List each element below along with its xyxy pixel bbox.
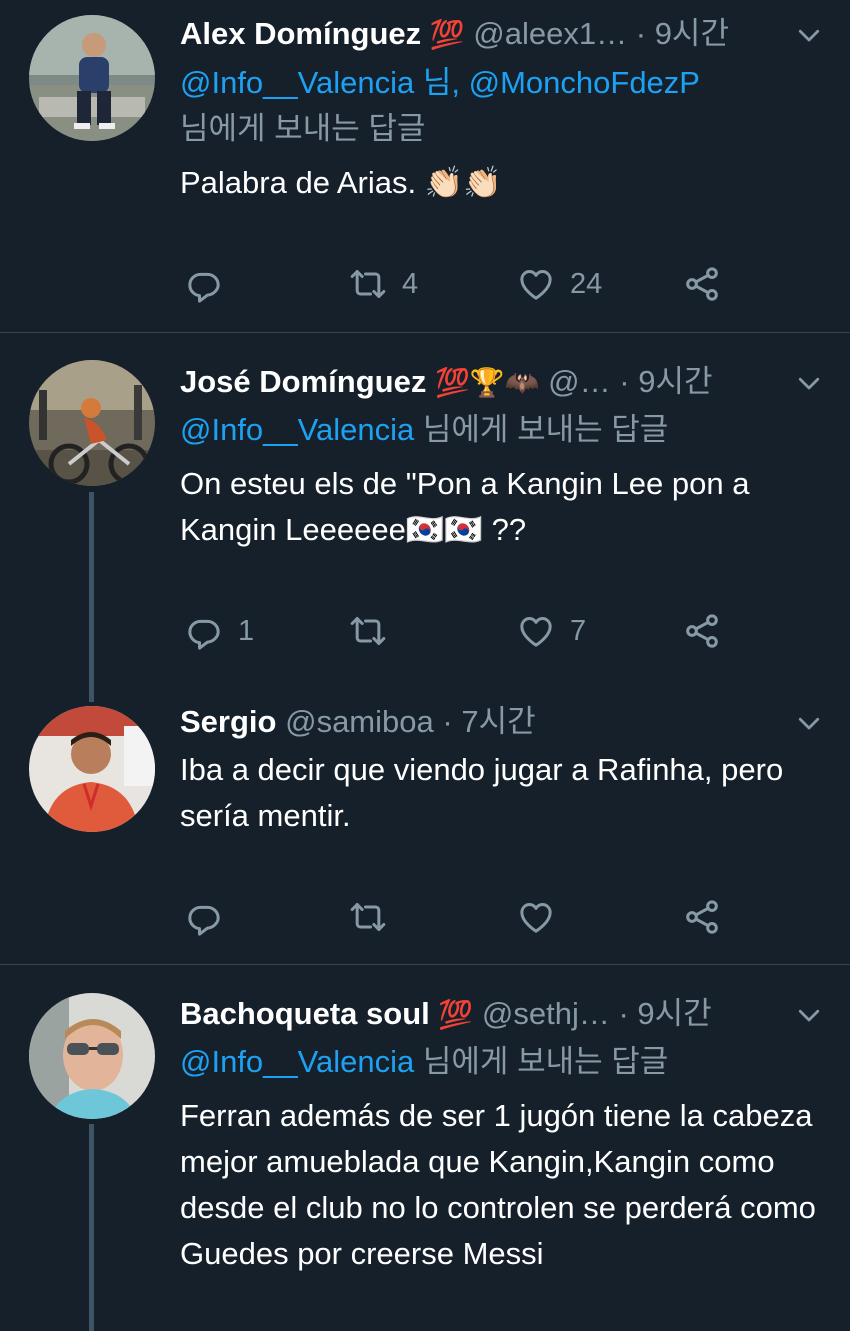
share-icon: [682, 611, 722, 651]
tweet-2[interactable]: José Domínguez 💯🏆🦇 @… · 9시간 @Info__Valen…: [0, 333, 850, 693]
retweet-button[interactable]: [348, 609, 402, 653]
retweet-button[interactable]: [348, 895, 402, 939]
separator-dot: ·: [635, 16, 647, 51]
retweet-count: 4: [402, 267, 419, 300]
user-handle[interactable]: @samiboa: [285, 704, 434, 739]
retweet-icon: [348, 611, 388, 651]
reply-mentions[interactable]: @Info__Valencia: [180, 412, 414, 447]
reply-icon: [184, 897, 224, 937]
chevron-down-icon[interactable]: [794, 20, 824, 50]
reply-count: 1: [238, 614, 255, 647]
action-bar: 4 24: [180, 262, 740, 306]
avatar[interactable]: [29, 15, 155, 141]
avatar[interactable]: [29, 360, 155, 486]
share-icon: [682, 897, 722, 937]
share-icon: [682, 264, 722, 304]
reply-context: @Info__Valencia 님, @MonchoFdezP 님에게 보내는 …: [180, 60, 810, 152]
tweet-3[interactable]: Sergio @samiboa · 7시간 Iba a decir que vi…: [0, 693, 850, 963]
badge-emoji: 💯🏆🦇: [434, 367, 540, 398]
chevron-down-icon[interactable]: [794, 368, 824, 398]
reply-suffix: 님에게 보내는 답글: [180, 111, 426, 146]
avatar[interactable]: [29, 706, 155, 832]
separator-dot: ·: [618, 996, 629, 1031]
like-count: 24: [570, 267, 603, 300]
badge-emoji: 💯: [429, 19, 465, 50]
display-name[interactable]: José Domínguez: [180, 364, 426, 399]
chevron-down-icon[interactable]: [794, 708, 824, 738]
user-handle[interactable]: @aleex1…: [473, 16, 627, 51]
reply-button[interactable]: 1: [184, 609, 254, 653]
tweet-text: Palabra de Arias. 👏🏻👏🏻: [180, 165, 502, 200]
tweet-header: Bachoqueta soul 💯 @sethj… · 9시간: [180, 994, 790, 1034]
retweet-button[interactable]: 4: [348, 262, 418, 306]
reply-context: @Info__Valencia 님에게 보내는 답글: [180, 407, 810, 453]
reply-icon: [184, 264, 224, 304]
timestamp[interactable]: 9시간: [637, 996, 711, 1031]
share-button[interactable]: [682, 895, 722, 939]
action-bar: 1 7: [180, 609, 740, 653]
timestamp[interactable]: 9시간: [655, 16, 729, 51]
separator-dot: ·: [442, 704, 453, 739]
share-button[interactable]: [682, 609, 722, 653]
display-name[interactable]: Sergio: [180, 704, 276, 739]
reply-suffix: 님에게 보내는 답글: [414, 412, 669, 447]
heart-icon: [516, 611, 556, 651]
tweet-text: Ferran además de ser 1 jugón tiene la ca…: [180, 1098, 816, 1271]
reply-suffix: 님에게 보내는 답글: [414, 1044, 669, 1079]
reply-icon: [184, 611, 224, 651]
separator-dot: ·: [619, 364, 630, 399]
heart-icon: [516, 264, 556, 304]
retweet-icon: [348, 897, 388, 937]
user-handle[interactable]: @…: [548, 364, 610, 399]
tweet-4[interactable]: Bachoqueta soul 💯 @sethj… · 9시간 @Info__V…: [0, 965, 850, 1331]
like-count: 7: [570, 614, 587, 647]
display-name[interactable]: Bachoqueta soul: [180, 996, 430, 1031]
reply-button[interactable]: [184, 895, 238, 939]
reply-mentions[interactable]: @Info__Valencia 님, @MonchoFdezP: [180, 65, 700, 100]
user-handle[interactable]: @sethj…: [482, 996, 610, 1031]
like-button[interactable]: 24: [516, 262, 602, 306]
display-name[interactable]: Alex Domínguez: [180, 16, 421, 51]
heart-icon: [516, 897, 556, 937]
timestamp[interactable]: 9시간: [638, 364, 712, 399]
badge-emoji: 💯: [438, 999, 474, 1030]
share-button[interactable]: [682, 262, 722, 306]
reply-mentions[interactable]: @Info__Valencia: [180, 1044, 414, 1079]
action-bar: [180, 895, 740, 939]
timestamp[interactable]: 7시간: [461, 704, 535, 739]
like-button[interactable]: 7: [516, 609, 586, 653]
tweet-header: Sergio @samiboa · 7시간: [180, 702, 790, 742]
reply-button[interactable]: [184, 262, 238, 306]
tweet-header: Alex Domínguez 💯 @aleex1… · 9시간: [180, 14, 790, 54]
chevron-down-icon[interactable]: [794, 1000, 824, 1030]
like-button[interactable]: [516, 895, 570, 939]
tweet-text: Iba a decir que viendo jugar a Rafinha, …: [180, 752, 784, 833]
tweet-1[interactable]: Alex Domínguez 💯 @aleex1… · 9시간 @Info__V…: [0, 0, 850, 332]
reply-context: @Info__Valencia 님에게 보내는 답글: [180, 1039, 810, 1085]
tweet-text: On esteu els de "Pon a Kangin Lee pon a …: [180, 466, 750, 547]
avatar[interactable]: [29, 993, 155, 1119]
retweet-icon: [348, 264, 388, 304]
tweet-header: José Domínguez 💯🏆🦇 @… · 9시간: [180, 362, 790, 402]
